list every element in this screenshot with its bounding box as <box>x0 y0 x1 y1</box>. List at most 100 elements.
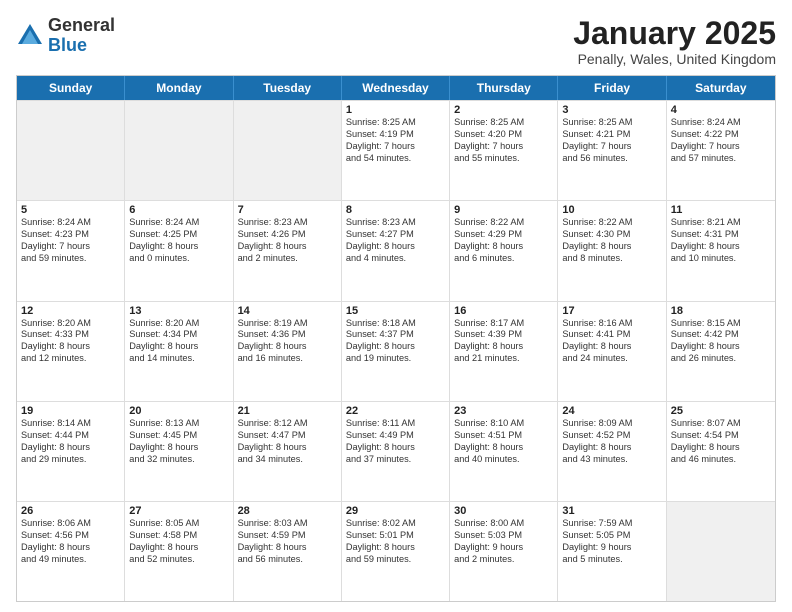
cell-line: and 12 minutes. <box>21 353 120 365</box>
day-number: 10 <box>562 204 661 216</box>
cell-line: and 2 minutes. <box>454 554 553 566</box>
day-number: 6 <box>129 204 228 216</box>
cell-line: Sunrise: 8:25 AM <box>562 117 661 129</box>
header-day-wednesday: Wednesday <box>342 76 450 100</box>
cell-line: and 34 minutes. <box>238 454 337 466</box>
day-cell-29: 29Sunrise: 8:02 AMSunset: 5:01 PMDayligh… <box>342 502 450 601</box>
cell-line: Daylight: 8 hours <box>238 241 337 253</box>
day-cell-27: 27Sunrise: 8:05 AMSunset: 4:58 PMDayligh… <box>125 502 233 601</box>
cell-line: Sunrise: 8:16 AM <box>562 318 661 330</box>
month-title: January 2025 <box>573 16 776 51</box>
day-number: 21 <box>238 405 337 417</box>
logo-general: General <box>48 16 115 36</box>
cell-line: Daylight: 8 hours <box>346 442 445 454</box>
cell-line: and 55 minutes. <box>454 153 553 165</box>
day-cell-19: 19Sunrise: 8:14 AMSunset: 4:44 PMDayligh… <box>17 402 125 501</box>
cell-line: Daylight: 8 hours <box>671 442 771 454</box>
day-number: 28 <box>238 505 337 517</box>
day-number: 31 <box>562 505 661 517</box>
cell-line: Sunset: 4:31 PM <box>671 229 771 241</box>
cell-line: Sunrise: 8:05 AM <box>129 518 228 530</box>
cell-line: Daylight: 8 hours <box>238 542 337 554</box>
day-number: 27 <box>129 505 228 517</box>
cell-line: Daylight: 8 hours <box>346 341 445 353</box>
cell-line: Sunset: 4:59 PM <box>238 530 337 542</box>
day-number: 5 <box>21 204 120 216</box>
day-cell-31: 31Sunrise: 7:59 AMSunset: 5:05 PMDayligh… <box>558 502 666 601</box>
cell-line: and 46 minutes. <box>671 454 771 466</box>
cell-line: Sunrise: 8:20 AM <box>21 318 120 330</box>
cell-line: Daylight: 7 hours <box>346 141 445 153</box>
cell-line: Sunrise: 8:07 AM <box>671 418 771 430</box>
cell-line: Sunrise: 8:09 AM <box>562 418 661 430</box>
cell-line: Sunrise: 8:00 AM <box>454 518 553 530</box>
logo-blue: Blue <box>48 36 115 56</box>
cell-line: and 6 minutes. <box>454 253 553 265</box>
day-cell-2: 2Sunrise: 8:25 AMSunset: 4:20 PMDaylight… <box>450 101 558 200</box>
day-number: 25 <box>671 405 771 417</box>
day-cell-5: 5Sunrise: 8:24 AMSunset: 4:23 PMDaylight… <box>17 201 125 300</box>
calendar-header: SundayMondayTuesdayWednesdayThursdayFrid… <box>17 76 775 100</box>
day-cell-23: 23Sunrise: 8:10 AMSunset: 4:51 PMDayligh… <box>450 402 558 501</box>
calendar-row-2: 5Sunrise: 8:24 AMSunset: 4:23 PMDaylight… <box>17 200 775 300</box>
day-number: 12 <box>21 305 120 317</box>
cell-line: Sunrise: 8:24 AM <box>21 217 120 229</box>
cell-line: Sunrise: 8:25 AM <box>346 117 445 129</box>
cell-line: Daylight: 8 hours <box>562 241 661 253</box>
cell-line: Sunset: 4:37 PM <box>346 329 445 341</box>
cell-line: Daylight: 8 hours <box>21 341 120 353</box>
cell-line: and 2 minutes. <box>238 253 337 265</box>
cell-line: and 52 minutes. <box>129 554 228 566</box>
cell-line: Daylight: 8 hours <box>454 442 553 454</box>
logo-text: General Blue <box>48 16 115 56</box>
cell-line: Daylight: 7 hours <box>21 241 120 253</box>
cell-line: Sunrise: 8:24 AM <box>129 217 228 229</box>
day-number: 17 <box>562 305 661 317</box>
cell-line: Daylight: 8 hours <box>346 542 445 554</box>
cell-line: Daylight: 8 hours <box>454 341 553 353</box>
cell-line: and 32 minutes. <box>129 454 228 466</box>
cell-line: Daylight: 8 hours <box>238 341 337 353</box>
cell-line: Sunset: 4:20 PM <box>454 129 553 141</box>
day-number: 30 <box>454 505 553 517</box>
page: General Blue January 2025 Penally, Wales… <box>0 0 792 612</box>
day-cell-14: 14Sunrise: 8:19 AMSunset: 4:36 PMDayligh… <box>234 302 342 401</box>
day-cell-8: 8Sunrise: 8:23 AMSunset: 4:27 PMDaylight… <box>342 201 450 300</box>
cell-line: Sunset: 4:58 PM <box>129 530 228 542</box>
day-cell-10: 10Sunrise: 8:22 AMSunset: 4:30 PMDayligh… <box>558 201 666 300</box>
cell-line: and 21 minutes. <box>454 353 553 365</box>
empty-cell <box>234 101 342 200</box>
cell-line: Sunset: 4:39 PM <box>454 329 553 341</box>
cell-line: Daylight: 7 hours <box>671 141 771 153</box>
cell-line: Sunset: 4:54 PM <box>671 430 771 442</box>
cell-line: and 4 minutes. <box>346 253 445 265</box>
day-cell-30: 30Sunrise: 8:00 AMSunset: 5:03 PMDayligh… <box>450 502 558 601</box>
cell-line: Sunset: 5:05 PM <box>562 530 661 542</box>
cell-line: and 37 minutes. <box>346 454 445 466</box>
day-cell-12: 12Sunrise: 8:20 AMSunset: 4:33 PMDayligh… <box>17 302 125 401</box>
cell-line: Sunrise: 8:15 AM <box>671 318 771 330</box>
calendar-body: 1Sunrise: 8:25 AMSunset: 4:19 PMDaylight… <box>17 100 775 601</box>
cell-line: Sunrise: 8:20 AM <box>129 318 228 330</box>
header: General Blue January 2025 Penally, Wales… <box>16 16 776 67</box>
cell-line: Sunset: 4:42 PM <box>671 329 771 341</box>
cell-line: and 19 minutes. <box>346 353 445 365</box>
cell-line: Daylight: 8 hours <box>562 341 661 353</box>
header-day-tuesday: Tuesday <box>234 76 342 100</box>
day-cell-18: 18Sunrise: 8:15 AMSunset: 4:42 PMDayligh… <box>667 302 775 401</box>
day-cell-21: 21Sunrise: 8:12 AMSunset: 4:47 PMDayligh… <box>234 402 342 501</box>
logo-icon <box>16 22 44 50</box>
day-cell-3: 3Sunrise: 8:25 AMSunset: 4:21 PMDaylight… <box>558 101 666 200</box>
cell-line: and 57 minutes. <box>671 153 771 165</box>
cell-line: Sunset: 4:47 PM <box>238 430 337 442</box>
day-number: 2 <box>454 104 553 116</box>
day-number: 26 <box>21 505 120 517</box>
day-cell-25: 25Sunrise: 8:07 AMSunset: 4:54 PMDayligh… <box>667 402 775 501</box>
empty-cell <box>17 101 125 200</box>
cell-line: Sunrise: 8:13 AM <box>129 418 228 430</box>
cell-line: Sunset: 4:52 PM <box>562 430 661 442</box>
cell-line: Sunset: 5:03 PM <box>454 530 553 542</box>
cell-line: Daylight: 8 hours <box>671 341 771 353</box>
day-number: 7 <box>238 204 337 216</box>
cell-line: and 56 minutes. <box>562 153 661 165</box>
